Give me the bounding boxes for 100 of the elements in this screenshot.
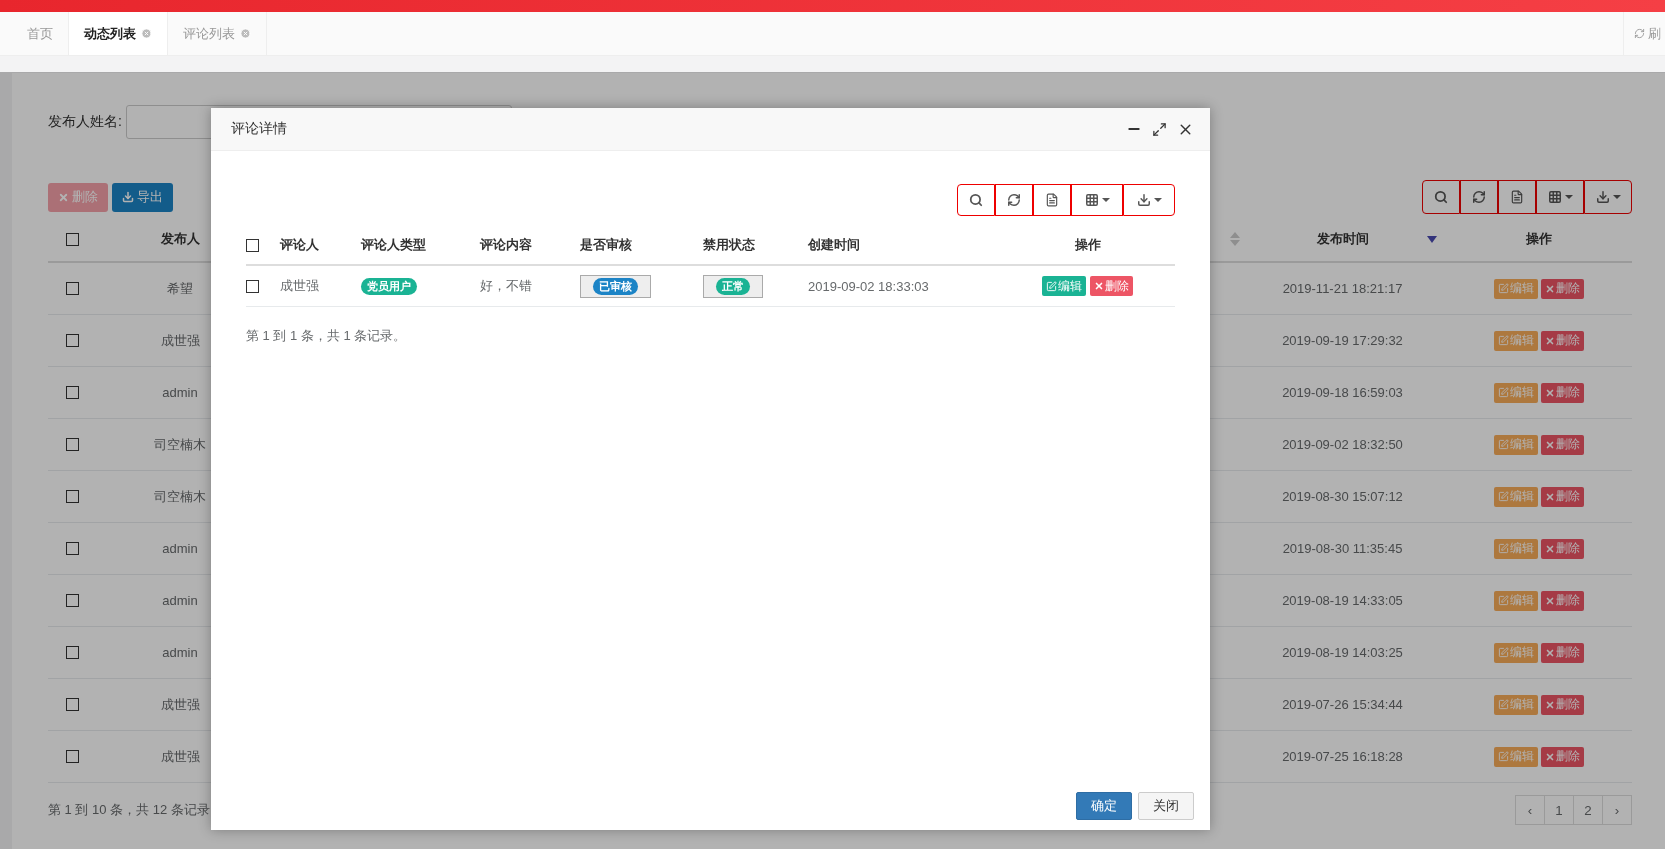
delete-button[interactable]: 删除 <box>1540 590 1584 611</box>
edit-button[interactable]: 编辑 <box>1493 434 1538 455</box>
grid-icon <box>1547 190 1562 204</box>
edit-button[interactable]: 编辑 <box>1493 330 1538 351</box>
checkbox[interactable] <box>65 334 79 347</box>
delete-button[interactable]: 删除 <box>1540 278 1584 299</box>
edit-button[interactable]: 编辑 <box>1493 538 1538 559</box>
checkbox[interactable] <box>65 646 79 659</box>
page-button[interactable]: 1 <box>1544 795 1574 825</box>
search-button[interactable] <box>1422 180 1460 214</box>
edit-button[interactable]: 编辑 <box>1493 382 1538 403</box>
edit-button[interactable]: 编辑 <box>1493 590 1538 611</box>
checkbox[interactable] <box>246 279 259 293</box>
checkbox[interactable] <box>65 698 79 711</box>
table-cell: 2019-09-02 18:33:03 <box>808 278 929 294</box>
refresh-tab-button[interactable]: 刷 <box>1623 12 1665 55</box>
edit-button[interactable]: 编辑 <box>1493 642 1538 663</box>
download-icon <box>1595 190 1610 204</box>
delete-button[interactable]: 删除 <box>1540 330 1584 351</box>
close-icon <box>1544 543 1555 554</box>
close-icon <box>1544 647 1555 658</box>
export-button[interactable] <box>1584 180 1632 214</box>
edit-button[interactable]: 编辑 <box>1493 486 1538 507</box>
refresh-icon <box>1007 193 1021 207</box>
close-button[interactable]: 关闭 <box>1138 792 1194 820</box>
checkbox[interactable] <box>65 594 79 607</box>
download-icon <box>1136 193 1151 207</box>
columns-button[interactable] <box>1071 184 1123 216</box>
close-icon <box>1544 699 1555 710</box>
delete-button[interactable]: 删除 <box>1540 382 1584 403</box>
toggle-view-button[interactable] <box>1033 184 1071 216</box>
checkbox[interactable] <box>65 542 79 555</box>
table-cell: 2019-09-18 16:59:03 <box>1282 385 1403 400</box>
columns-button[interactable] <box>1536 180 1584 214</box>
user-type-badge: 党员用户 <box>361 277 417 295</box>
table-cell: 2019-07-26 15:34:44 <box>1282 697 1403 712</box>
caret-icon <box>1564 195 1573 199</box>
sort-icon[interactable] <box>1427 236 1437 243</box>
table-cell: 成世强 <box>160 331 200 350</box>
edit-icon <box>1497 335 1509 346</box>
close-icon <box>1544 335 1555 346</box>
page-button[interactable]: ‹ <box>1515 795 1545 825</box>
table-cell: 成世强 <box>280 277 319 295</box>
close-icon <box>1094 281 1104 291</box>
refresh-button[interactable] <box>995 184 1033 216</box>
toggle-view-button[interactable] <box>1498 180 1536 214</box>
edit-button[interactable]: 编辑 <box>1493 694 1538 715</box>
table-cell: 2019-07-25 16:18:28 <box>1282 749 1403 764</box>
checkbox[interactable] <box>65 282 79 295</box>
search-button[interactable] <box>957 184 995 216</box>
column-header: 禁用状态 <box>703 236 755 254</box>
delete-button[interactable]: 删除 <box>1540 694 1584 715</box>
column-header: 发布人 <box>160 230 200 248</box>
page-button[interactable]: 2 <box>1573 795 1603 825</box>
checkbox[interactable] <box>65 386 79 399</box>
document-icon <box>1510 190 1524 204</box>
checkbox[interactable] <box>65 750 79 763</box>
caret-icon <box>1153 198 1162 202</box>
table-cell: 司空楠木 <box>154 435 206 454</box>
confirm-button[interactable]: 确定 <box>1076 792 1132 820</box>
checkbox[interactable] <box>65 232 79 246</box>
page-tab[interactable]: 动态列表 <box>69 12 168 55</box>
edit-icon <box>1046 280 1057 292</box>
table-cell: admin <box>162 593 198 608</box>
delete-button[interactable]: 删除 <box>1090 276 1133 296</box>
delete-button[interactable]: 删除 <box>1540 486 1584 507</box>
export-button[interactable] <box>1123 184 1175 216</box>
refresh-button[interactable] <box>1460 180 1498 214</box>
record-summary: 第 1 到 1 条，共 1 条记录。 <box>246 327 408 345</box>
refresh-icon <box>1472 190 1486 204</box>
edit-button[interactable]: 编辑 <box>1493 278 1538 299</box>
close-icon <box>1544 595 1555 606</box>
column-header: 操作 <box>1525 230 1552 248</box>
table-cell: 2019-08-19 14:33:05 <box>1282 593 1403 608</box>
page-tab[interactable]: 评论列表 <box>168 12 267 55</box>
delete-button[interactable]: 删除 <box>1540 538 1584 559</box>
search-icon <box>1434 190 1448 204</box>
edit-icon <box>1497 699 1509 710</box>
close-icon <box>1544 751 1555 762</box>
delete-button[interactable]: 删除 <box>1540 434 1584 455</box>
export-button[interactable]: 导出 <box>112 182 173 212</box>
status-badge: 正常 <box>716 277 750 295</box>
edit-button[interactable]: 编辑 <box>1042 276 1086 296</box>
caret-icon <box>1101 198 1110 202</box>
delete-button[interactable]: 删除 <box>1540 746 1584 767</box>
search-icon <box>969 193 983 207</box>
column-header: 创建时间 <box>808 236 860 254</box>
table-cell: 2019-09-19 17:29:32 <box>1282 333 1403 348</box>
caret-icon <box>1612 195 1621 199</box>
page-button[interactable]: › <box>1602 795 1632 825</box>
close-icon <box>1544 283 1555 294</box>
table-cell: admin <box>162 645 198 660</box>
checkbox[interactable] <box>65 490 79 503</box>
checkbox[interactable] <box>65 438 79 451</box>
edit-button[interactable]: 编辑 <box>1493 746 1538 767</box>
close-icon <box>1544 387 1555 398</box>
checkbox[interactable] <box>246 238 259 252</box>
maximize-icon[interactable] <box>1152 121 1167 137</box>
column-header: 评论人类型 <box>361 236 426 254</box>
delete-button[interactable]: 删除 <box>1540 642 1584 663</box>
